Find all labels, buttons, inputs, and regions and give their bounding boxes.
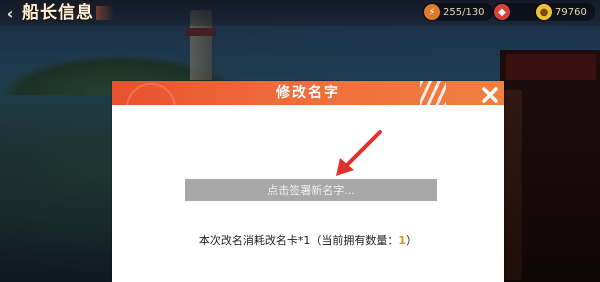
red-arrow-pointer	[336, 130, 382, 176]
close-icon	[482, 87, 498, 103]
new-name-input[interactable]	[185, 179, 437, 201]
stamina-icon: ⚡	[424, 4, 440, 20]
stamina-counter[interactable]: ⚡ 255/130	[422, 3, 493, 21]
owned-label: （当前拥有数量：	[310, 234, 399, 247]
rename-dialog: 修改名字 本次改名消耗改名卡*1（当前拥有数量：1）	[112, 81, 504, 282]
stamina-value: 255/130	[443, 6, 485, 18]
back-button[interactable]: ‹	[0, 0, 20, 26]
dialog-header: 修改名字	[112, 81, 504, 133]
back-arrow-icon: ‹	[6, 3, 14, 23]
coin-icon: ●	[536, 4, 552, 20]
coin-value: 79760	[555, 6, 587, 18]
page-title: 船长信息	[22, 3, 94, 23]
rename-cost-text: 本次改名消耗改名卡*1（当前拥有数量：1）	[112, 232, 504, 248]
coin-counter[interactable]: ● 79760	[534, 3, 595, 21]
owned-count: 1	[398, 234, 407, 247]
cost-amount: *1	[297, 234, 311, 247]
ruby-icon: ◆	[494, 4, 510, 20]
cost-prefix: 本次改名消耗改名卡	[198, 234, 298, 247]
dialog-title: 修改名字	[276, 85, 340, 101]
close-button[interactable]	[478, 84, 502, 106]
title-decoration	[96, 6, 114, 20]
owned-suffix: ）	[406, 234, 418, 247]
top-bar: ‹ 船长信息 ⚡ 255/130 ◆ ● 79760	[0, 0, 600, 26]
